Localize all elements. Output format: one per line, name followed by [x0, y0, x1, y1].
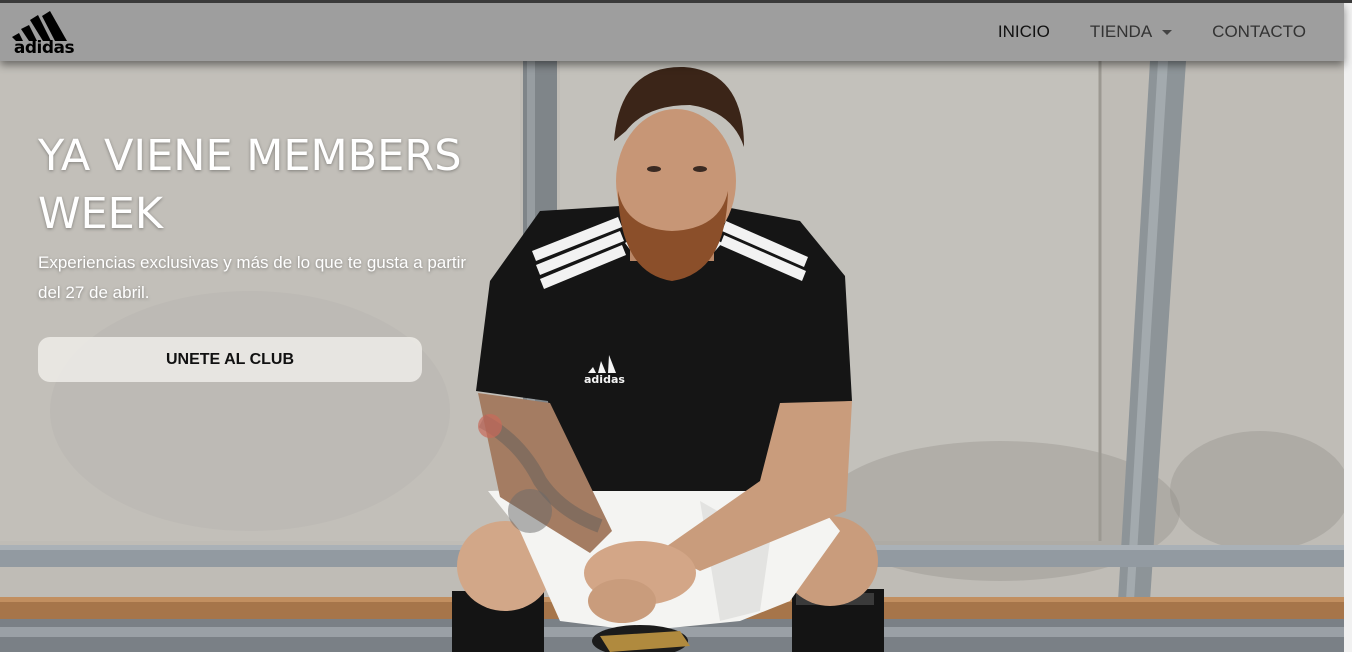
nav-item-tienda-label: TIENDA [1089, 22, 1153, 41]
hero-title: YA VIENE MEMBERS WEEK [38, 131, 462, 239]
join-club-button[interactable]: UNETE AL CLUB [38, 337, 422, 382]
adidas-mountain-stripes-icon [12, 11, 67, 41]
caret-down-icon [1162, 29, 1173, 35]
nav-item-inicio[interactable]: INICIO [998, 22, 1050, 42]
hero-subtitle: Experiencias exclusivas y más de lo que … [38, 253, 467, 302]
jersey-logo-text: adidas [584, 373, 625, 386]
top-border [0, 0, 1352, 3]
main-nav: INICIO TIENDA CONTACTO [998, 3, 1344, 61]
hero-banner: adidas YA VIENE MEMBERS WEEK Experiencia… [0, 61, 1344, 652]
nav-item-contacto[interactable]: CONTACTO [1212, 22, 1306, 42]
scrollbar-track[interactable] [1344, 3, 1352, 652]
navbar: adidas INICIO TIENDA CONTACTO [0, 3, 1344, 61]
brand-logo[interactable]: adidas [10, 11, 78, 57]
page: adidas INICIO TIENDA CONTACTO adidas YA … [0, 0, 1352, 652]
brand-logo-text: adidas [13, 38, 75, 58]
nav-item-tienda[interactable]: TIENDA [1089, 22, 1173, 42]
